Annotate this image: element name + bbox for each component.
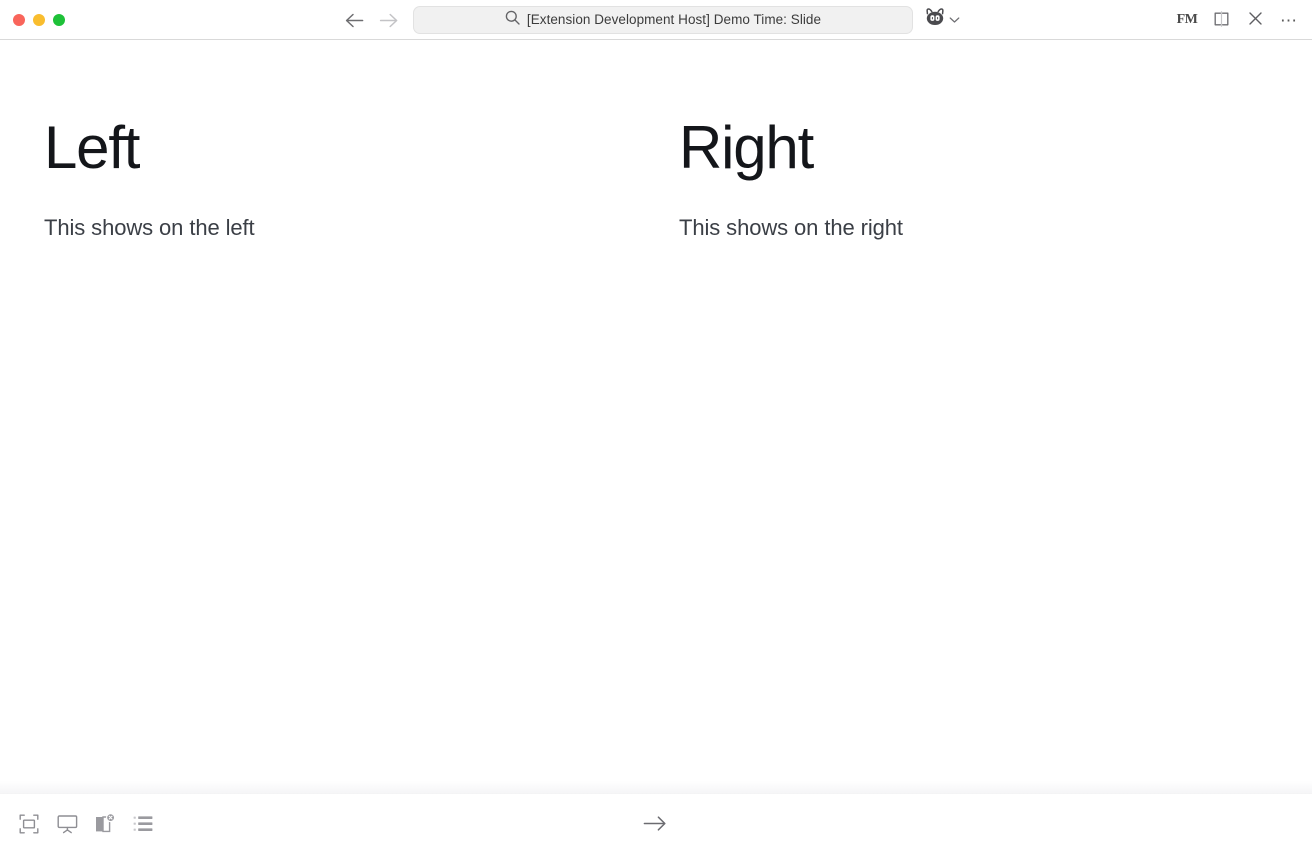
- navigation-arrows: [342, 0, 400, 40]
- fit-to-screen-glyph: [19, 814, 39, 837]
- slide-list-icon[interactable]: [130, 812, 156, 838]
- slide-list-glyph: [133, 815, 153, 836]
- arrow-right-icon: [379, 13, 398, 28]
- fm-profile-icon[interactable]: FM: [1174, 7, 1200, 33]
- minimize-window-button[interactable]: [33, 13, 45, 26]
- presentation-glyph: [57, 814, 78, 837]
- more-actions-icon[interactable]: ⋯: [1276, 7, 1302, 33]
- window-controls: [0, 13, 65, 26]
- arrow-left-icon: [345, 13, 364, 28]
- copilot-menu-button[interactable]: [924, 0, 960, 40]
- bottom-toolbar-center: [0, 794, 1312, 855]
- copilot-icon: [924, 8, 946, 32]
- presentation-icon[interactable]: [54, 812, 80, 838]
- maximize-window-button[interactable]: [53, 13, 65, 26]
- fit-to-screen-icon[interactable]: [16, 812, 42, 838]
- speaker-notes-icon[interactable]: [92, 812, 118, 838]
- slide-canvas: Left This shows on the left Right This s…: [0, 40, 1312, 793]
- slide-columns: Left This shows on the left Right This s…: [0, 40, 1312, 244]
- speaker-notes-glyph: [94, 812, 116, 837]
- fm-profile-label: FM: [1176, 12, 1198, 27]
- titlebar-actions: FM ⋯: [1174, 0, 1302, 40]
- slide-body-left: This shows on the left: [44, 215, 255, 240]
- close-glyph: [1248, 11, 1263, 29]
- next-slide-icon[interactable]: [638, 810, 672, 840]
- bottom-toolbar-tools: [16, 794, 156, 855]
- slide-heading-right: Right: [679, 114, 814, 181]
- chevron-down-icon: [949, 11, 960, 29]
- arrow-right-glyph: [643, 815, 667, 835]
- slide-column-right: Right This shows on the right: [656, 40, 1312, 244]
- close-window-button[interactable]: [13, 13, 25, 26]
- back-button[interactable]: [342, 8, 366, 32]
- split-editor-icon[interactable]: [1208, 7, 1234, 33]
- ellipsis-glyph: ⋯: [1280, 10, 1298, 30]
- forward-button[interactable]: [376, 8, 400, 32]
- search-icon: [505, 10, 520, 30]
- search-input[interactable]: [Extension Development Host] Demo Time: …: [413, 6, 913, 34]
- slide-heading-left: Left: [44, 114, 140, 181]
- split-editor-glyph: [1213, 10, 1230, 30]
- title-bar: [Extension Development Host] Demo Time: …: [0, 0, 1312, 40]
- slide-body-right: This shows on the right: [679, 215, 903, 240]
- bottom-toolbar: [0, 781, 1312, 855]
- search-input-value: [Extension Development Host] Demo Time: …: [526, 12, 822, 28]
- close-icon[interactable]: [1242, 7, 1268, 33]
- slide-column-left: Left This shows on the left: [0, 40, 656, 244]
